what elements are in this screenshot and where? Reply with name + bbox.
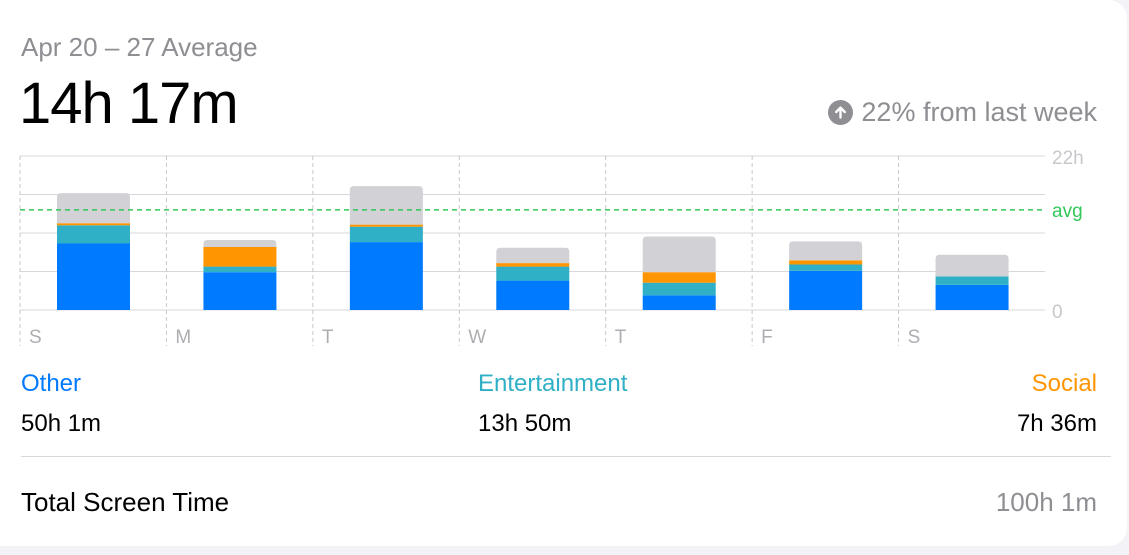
bar-segment <box>203 247 277 267</box>
range-label: Apr 20 – 27 Average <box>21 32 258 62</box>
day-label: T <box>322 327 334 348</box>
bar-segment <box>496 280 570 310</box>
bar-segment <box>642 282 716 296</box>
weekly-change-text: 22% from last week <box>861 97 1097 127</box>
bar-segment <box>57 223 130 226</box>
bar-segment <box>349 186 423 225</box>
bar-segment <box>349 226 423 243</box>
bar-segment <box>496 247 570 264</box>
bar-segment <box>349 224 423 227</box>
bar-segment <box>789 241 863 261</box>
day-label: W <box>468 327 486 348</box>
bar-segment <box>642 272 716 283</box>
bar-segment <box>789 270 863 310</box>
bar-segment <box>935 254 1009 277</box>
weekly-change: 22% from last week <box>828 97 1097 128</box>
y-tick-label: 22h <box>1052 148 1084 169</box>
legend-entertainment-label: Entertainment <box>478 370 628 397</box>
day-label: S <box>29 327 42 348</box>
bar-segment <box>789 260 863 265</box>
arrow-up-circle-icon <box>828 100 854 125</box>
bar-segment <box>935 276 1009 285</box>
legend-other[interactable]: Other 50h 1m <box>21 370 101 438</box>
day-label: M <box>175 327 191 348</box>
bar-segment <box>496 266 570 281</box>
bar-segment <box>203 240 277 247</box>
bar-segment <box>642 295 716 310</box>
y-tick-label: 0 <box>1052 302 1063 323</box>
bar-segment <box>57 193 130 224</box>
bar-segment <box>203 272 277 310</box>
total-screen-time-label[interactable]: Total Screen Time <box>21 487 229 518</box>
bar-segment <box>789 264 863 271</box>
total-screen-time-value: 100h 1m <box>995 487 1097 517</box>
day-label: S <box>908 327 921 348</box>
divider <box>21 456 1111 457</box>
bar-segment <box>203 266 277 273</box>
bar-segment <box>935 284 1009 310</box>
legend-social-value: 7h 36m <box>1016 410 1097 437</box>
legend-social-label: Social <box>1031 370 1097 397</box>
usage-chart[interactable]: avg 22h 0 S M T W T F S <box>0 140 1129 355</box>
legend-entertainment-value: 13h 50m <box>478 410 572 437</box>
bar-segment <box>57 225 130 244</box>
screen-time-card[interactable]: Apr 20 – 27 Average 14h 17m 22% from las… <box>0 0 1127 546</box>
bar-segment <box>496 263 570 267</box>
avg-label: avg <box>1052 201 1083 222</box>
legend-other-value: 50h 1m <box>21 410 102 437</box>
bar-segment <box>642 236 716 273</box>
day-label: T <box>615 327 627 348</box>
day-label: F <box>761 327 773 348</box>
daily-average: 14h 17m <box>19 71 239 136</box>
bar-segment <box>57 243 130 310</box>
legend-other-label: Other <box>21 370 82 397</box>
legend-entertainment[interactable]: Entertainment 13h 50m <box>478 370 627 438</box>
bar-segment <box>349 242 423 310</box>
legend-social[interactable]: Social 7h 36m <box>1017 370 1097 438</box>
